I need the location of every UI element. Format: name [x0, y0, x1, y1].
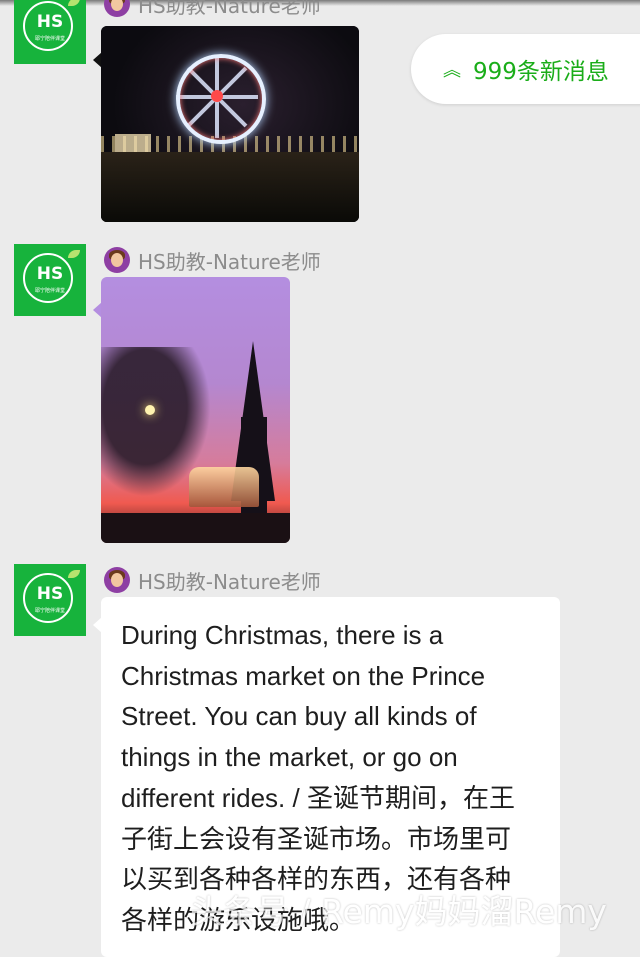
message-line: different rides. / 圣诞节期间，在王	[121, 782, 515, 813]
message-line: Christmas market on the Prince	[121, 660, 486, 691]
avatar-logo-subtext: 耶宁陪伴课堂	[34, 608, 65, 614]
sender-name: HS助教-Nature老师	[138, 0, 321, 18]
avatar-logo-text: HS	[36, 584, 64, 604]
message-line: 子街上会设有圣诞市场。市场里可	[121, 823, 512, 854]
message-line: Street. You can buy all kinds of	[121, 701, 477, 732]
new-messages-button[interactable]: ︽ 999条新消息	[411, 34, 640, 104]
sender-name-row: HS助教-Nature老师	[104, 567, 321, 594]
leaf-icon	[68, 250, 80, 258]
avatar-logo-text: HS	[36, 12, 64, 32]
watermark: 头条号 / Remy妈妈溜Remy	[190, 892, 607, 931]
message-line: things in the market, or go on	[121, 742, 458, 773]
avatar-logo-subtext: 耶宁陪伴课堂	[34, 288, 65, 294]
avatar-logo-subtext: 耶宁陪伴课堂	[34, 36, 65, 42]
new-messages-label: 999条新消息	[473, 59, 609, 85]
sender-name: HS助教-Nature老师	[138, 569, 321, 594]
leaf-icon	[68, 570, 80, 578]
sender-name-row: HS助教-Nature老师	[104, 247, 321, 274]
monument-sunset-photo[interactable]	[101, 277, 290, 543]
avatar-logo-text: HS	[36, 264, 64, 284]
woman-emoji-icon	[104, 0, 130, 17]
sender-avatar[interactable]: HS 耶宁陪伴课堂	[14, 0, 86, 64]
leaf-icon	[68, 0, 80, 6]
sender-name-row: HS助教-Nature老师	[104, 0, 321, 18]
message-line: During Christmas, there is a	[121, 620, 444, 650]
ferris-wheel-photo[interactable]	[101, 26, 359, 222]
woman-emoji-icon	[104, 567, 130, 593]
sender-name: HS助教-Nature老师	[138, 249, 321, 274]
woman-emoji-icon	[104, 247, 130, 273]
sender-avatar[interactable]: HS 耶宁陪伴课堂	[14, 244, 86, 316]
sender-avatar[interactable]: HS 耶宁陪伴课堂	[14, 564, 86, 636]
double-chevron-up-icon: ︽	[443, 60, 461, 81]
